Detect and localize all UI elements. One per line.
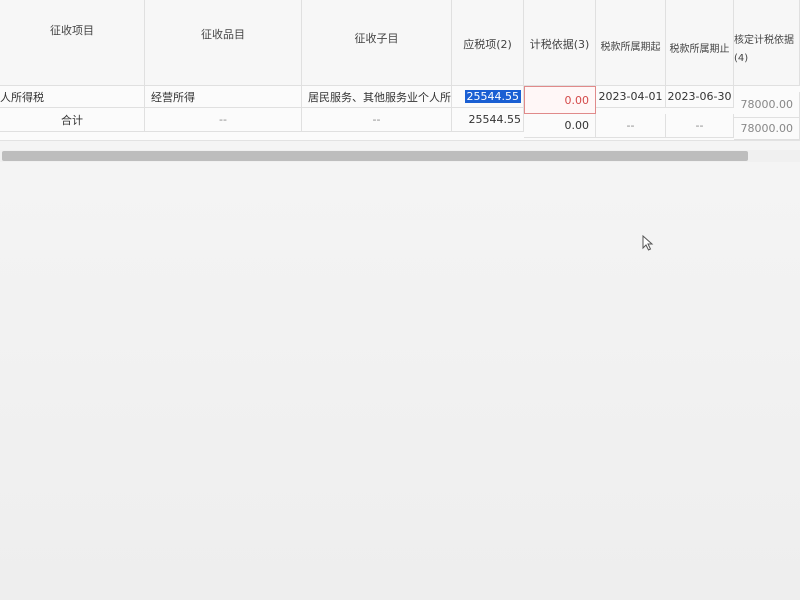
cell-taxable[interactable]: 25544.55 <box>452 86 524 108</box>
taxable-input-selected[interactable]: 25544.55 <box>464 90 521 103</box>
total-period-end: -- <box>666 114 734 138</box>
header-period-end: 税款所属期止 <box>666 0 734 86</box>
screen: 征收项目 征收品目 征收子目 应税项(2) 计税依据(3) 税款所属期起 税款所… <box>0 0 800 600</box>
total-taxable: 25544.55 <box>452 108 524 132</box>
header-category: 征收品目 <box>145 0 302 86</box>
total-period-start: -- <box>596 114 666 138</box>
header-assessed-line2: (4) <box>734 53 749 64</box>
total-label: 合计 <box>0 108 145 132</box>
header-subcategory: 征收子目 <box>302 0 452 86</box>
mouse-pointer-icon <box>642 235 654 251</box>
header-taxable: 应税项(2) <box>452 0 524 86</box>
header-period-start: 税款所属期起 <box>596 0 666 86</box>
cell-category[interactable]: 经营所得 <box>145 86 302 108</box>
header-basis: 计税依据(3) <box>524 0 596 86</box>
cell-period-start[interactable]: 2023-04-01 <box>596 86 666 108</box>
horizontal-scrollbar[interactable] <box>0 150 800 162</box>
basis-input[interactable]: 0.00 <box>565 94 590 107</box>
header-assessed: 核定计税依据 (4) <box>734 0 800 86</box>
total-subcategory: -- <box>302 108 452 132</box>
header-assessed-line1: 核定计税依据 <box>734 35 794 46</box>
cell-subcategory[interactable]: 居民服务、其他服务业个人所得 <box>302 86 452 108</box>
cell-basis[interactable]: 0.00 <box>524 86 596 114</box>
header-item: 征收项目 <box>0 0 145 86</box>
scrollbar-thumb[interactable] <box>2 151 748 161</box>
total-basis: 0.00 <box>524 114 596 138</box>
tax-table: 征收项目 征收品目 征收子目 应税项(2) 计税依据(3) 税款所属期起 税款所… <box>0 0 800 141</box>
total-category: -- <box>145 108 302 132</box>
total-assessed: 78000.00 <box>734 118 800 140</box>
cell-period-end[interactable]: 2023-06-30 <box>666 86 734 108</box>
cell-assessed[interactable]: 78000.00 <box>734 92 800 118</box>
cell-item[interactable]: 人所得税 <box>0 86 145 108</box>
